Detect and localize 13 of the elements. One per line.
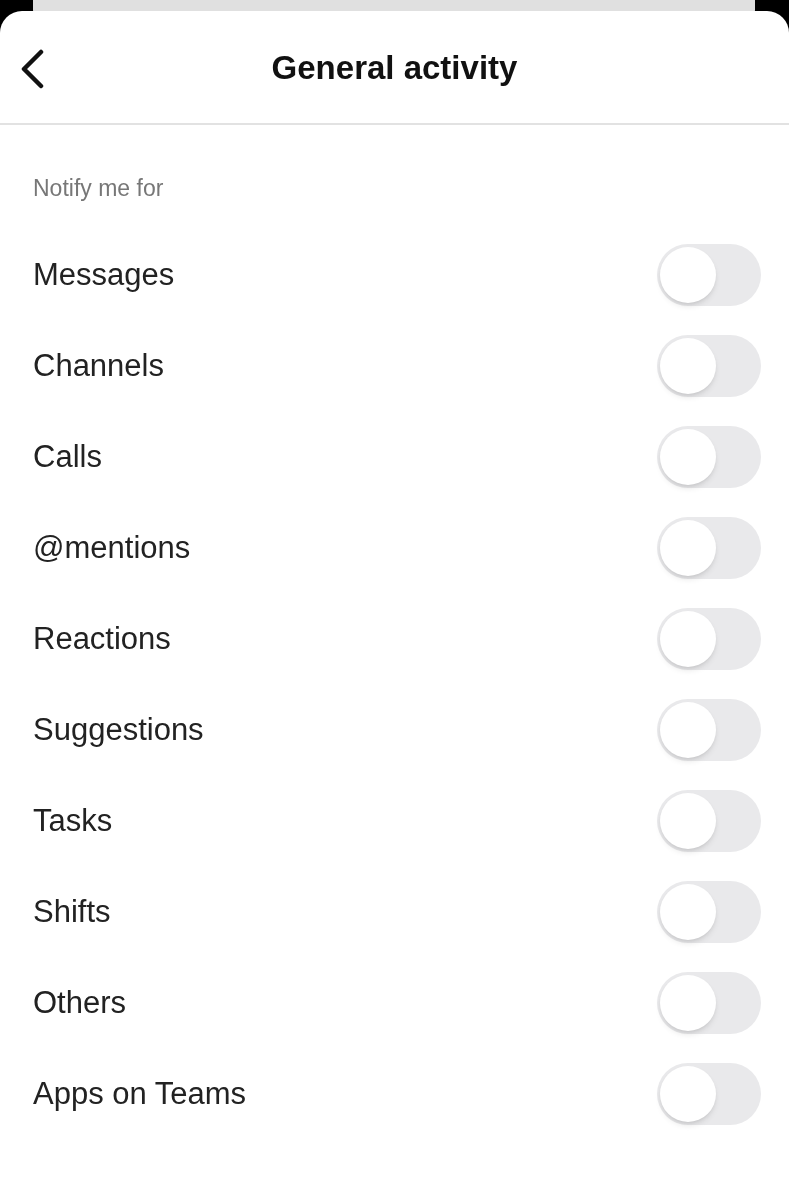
setting-label: Others <box>33 983 127 1022</box>
setting-label: @mentions <box>33 528 191 567</box>
setting-label: Messages <box>33 255 175 294</box>
section-header: Notify me for <box>33 174 164 203</box>
screen-title: General activity <box>271 48 518 89</box>
setting-label: Shifts <box>33 892 111 931</box>
setting-label: Reactions <box>33 619 171 658</box>
setting-label: Channels <box>33 346 164 385</box>
back-icon <box>19 49 45 89</box>
setting-label: Apps on Teams <box>33 1074 247 1113</box>
setting-label: Suggestions <box>33 710 204 749</box>
setting-label: Calls <box>33 437 102 476</box>
setting-label: Tasks <box>33 801 113 840</box>
